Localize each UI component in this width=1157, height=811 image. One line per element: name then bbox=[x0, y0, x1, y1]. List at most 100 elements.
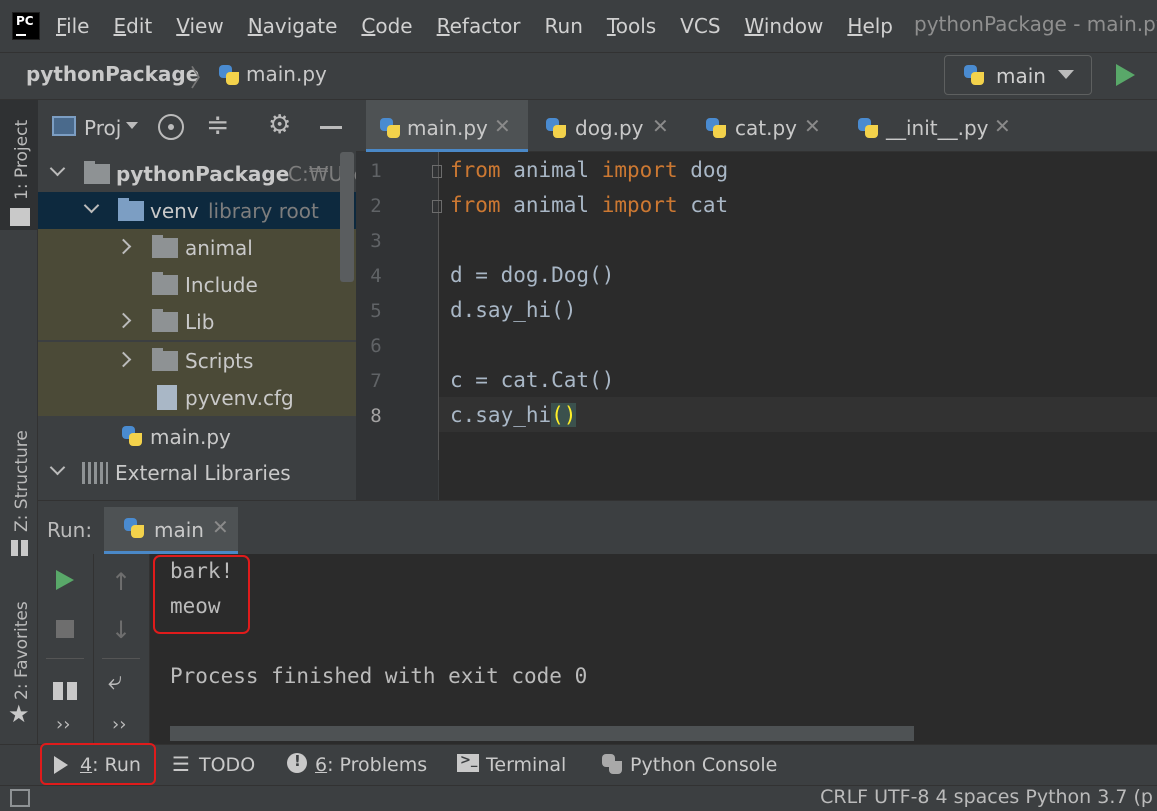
more-icon[interactable]: ›› bbox=[112, 714, 126, 735]
close-icon[interactable]: ✕ bbox=[652, 114, 669, 138]
run-panel-label: Run: bbox=[47, 518, 93, 542]
tab-dog-py[interactable]: dog.py ✕ bbox=[532, 100, 688, 152]
highlight-box bbox=[153, 555, 250, 634]
minimize-icon[interactable] bbox=[320, 126, 342, 129]
menu-tools[interactable]: Tools bbox=[607, 14, 656, 38]
status-info[interactable]: CRLF UTF-8 4 spaces Python 3.7 (p bbox=[820, 786, 1153, 808]
close-icon[interactable]: ✕ bbox=[804, 114, 821, 138]
menu-code[interactable]: Code bbox=[361, 14, 412, 38]
menu-file[interactable]: File bbox=[56, 14, 89, 38]
menu-refactor[interactable]: Refactor bbox=[437, 14, 521, 38]
tool-tab-todo[interactable]: TODO bbox=[199, 754, 255, 776]
tree-item-main[interactable]: main.py bbox=[38, 418, 356, 455]
layout-icon[interactable] bbox=[53, 682, 77, 700]
tool-tab-python-console[interactable]: Python Console bbox=[630, 754, 777, 776]
close-icon[interactable]: ✕ bbox=[994, 114, 1011, 138]
project-view-icon bbox=[52, 116, 76, 136]
python-console-icon bbox=[600, 752, 624, 776]
line-number: 2 bbox=[370, 195, 382, 217]
code-line-2: from animal import cat bbox=[450, 193, 729, 217]
line-number: 8 bbox=[370, 405, 382, 427]
tree-item-animal[interactable]: animal bbox=[38, 229, 356, 266]
python-file-icon bbox=[704, 116, 728, 140]
folder-icon bbox=[152, 272, 178, 295]
tab-init-py[interactable]: __init__.py ✕ bbox=[844, 100, 1028, 152]
close-icon[interactable]: ✕ bbox=[494, 114, 511, 138]
tool-tab-project-label[interactable]: 1: Project bbox=[12, 120, 32, 200]
logo-text: PC bbox=[16, 14, 34, 28]
tree-item-pyvenv[interactable]: pyvenv.cfg bbox=[38, 379, 356, 416]
tree-item-scripts[interactable]: Scripts bbox=[38, 342, 356, 379]
stop-button[interactable] bbox=[56, 620, 74, 638]
tree-item-external-libraries[interactable]: External Libraries bbox=[38, 454, 356, 491]
line-number: 3 bbox=[370, 230, 382, 252]
run-button[interactable] bbox=[1116, 64, 1135, 86]
tab-cat-py[interactable]: cat.py ✕ bbox=[692, 100, 840, 152]
soft-wrap-icon[interactable]: ⤶ bbox=[108, 666, 123, 697]
line-number: 5 bbox=[370, 300, 382, 322]
menu-window[interactable]: Window bbox=[745, 14, 824, 38]
menu-navigate[interactable]: Navigate bbox=[248, 14, 338, 38]
tree-item-pythonPackage[interactable]: pythonPackage C:₩Use bbox=[38, 155, 356, 192]
folder-icon bbox=[10, 208, 30, 226]
line-number: 7 bbox=[370, 370, 382, 392]
breadcrumb-project[interactable]: pythonPackage bbox=[26, 62, 199, 86]
menu-help[interactable]: Help bbox=[847, 14, 893, 38]
pycharm-logo-icon: PC bbox=[10, 10, 44, 44]
menu-vcs[interactable]: VCS bbox=[680, 14, 720, 38]
window-title: pythonPackage - main.py bbox=[914, 12, 1157, 36]
python-file-icon bbox=[856, 116, 880, 140]
project-panel-title[interactable]: Proj bbox=[84, 116, 121, 140]
gear-icon[interactable]: ⚙ bbox=[268, 110, 291, 140]
close-icon[interactable]: ✕ bbox=[212, 515, 229, 539]
tool-tab-favorites[interactable]: 2: Favorites bbox=[12, 601, 32, 700]
menu-bar: PC File Edit View Navigate Code Refactor… bbox=[0, 0, 1157, 52]
python-file-icon bbox=[378, 116, 402, 140]
arrow-down-icon[interactable]: ↓ bbox=[111, 616, 131, 644]
code-line-8: c.say_hi() bbox=[450, 403, 577, 427]
play-icon bbox=[54, 756, 68, 774]
tab-main-py[interactable]: main.py ✕ bbox=[366, 100, 528, 152]
tool-tab-structure[interactable]: Z: Structure bbox=[12, 430, 32, 532]
folder-icon bbox=[152, 348, 178, 371]
tool-tab-terminal[interactable]: Terminal bbox=[486, 754, 566, 776]
fold-marker-icon[interactable] bbox=[432, 165, 442, 178]
collapse-all-icon[interactable]: ≑ bbox=[206, 108, 229, 141]
run-tab-label: main bbox=[154, 518, 204, 542]
libraries-icon bbox=[82, 462, 108, 484]
code-line-7: c = cat.Cat() bbox=[450, 368, 615, 392]
code-line-1: from animal import dog bbox=[450, 158, 729, 182]
console-scrollbar[interactable] bbox=[170, 726, 914, 741]
tool-tab-problems[interactable]: 6: Problems bbox=[315, 754, 427, 776]
python-file-icon bbox=[120, 424, 144, 448]
menu-run[interactable]: Run bbox=[545, 14, 583, 38]
line-number: 1 bbox=[370, 160, 382, 182]
structure-icon bbox=[11, 540, 29, 556]
text-file-icon bbox=[157, 385, 177, 410]
rerun-button[interactable] bbox=[56, 570, 74, 590]
run-config-label: main bbox=[996, 64, 1046, 88]
python-file-icon bbox=[217, 63, 241, 87]
tree-item-include[interactable]: Include bbox=[38, 266, 356, 303]
folder-icon bbox=[84, 161, 110, 184]
project-tree: pythonPackage C:₩Use venv library root a… bbox=[38, 152, 356, 500]
console-output[interactable] bbox=[150, 554, 1157, 744]
fold-marker-icon[interactable] bbox=[432, 200, 442, 213]
tool-tab-run[interactable]: 4: Run bbox=[80, 754, 141, 776]
python-file-icon bbox=[544, 116, 568, 140]
arrow-up-icon[interactable]: ↑ bbox=[111, 568, 131, 596]
folder-icon bbox=[118, 198, 144, 221]
todo-icon: ☰ bbox=[172, 752, 190, 776]
menu-view[interactable]: View bbox=[176, 14, 223, 38]
tool-windows-icon[interactable] bbox=[10, 789, 30, 807]
menu-edit[interactable]: Edit bbox=[113, 14, 152, 38]
tree-item-venv[interactable]: venv library root bbox=[38, 192, 356, 229]
tree-item-lib[interactable]: Lib bbox=[38, 303, 356, 340]
chevron-down-icon[interactable] bbox=[126, 122, 138, 129]
more-icon[interactable]: ›› bbox=[56, 714, 70, 735]
tree-scrollbar[interactable] bbox=[340, 152, 354, 282]
python-icon bbox=[122, 516, 146, 540]
code-line-4: d = dog.Dog() bbox=[450, 263, 615, 287]
breadcrumb-file[interactable]: main.py bbox=[246, 62, 327, 86]
code-line-5: d.say_hi() bbox=[450, 298, 577, 322]
